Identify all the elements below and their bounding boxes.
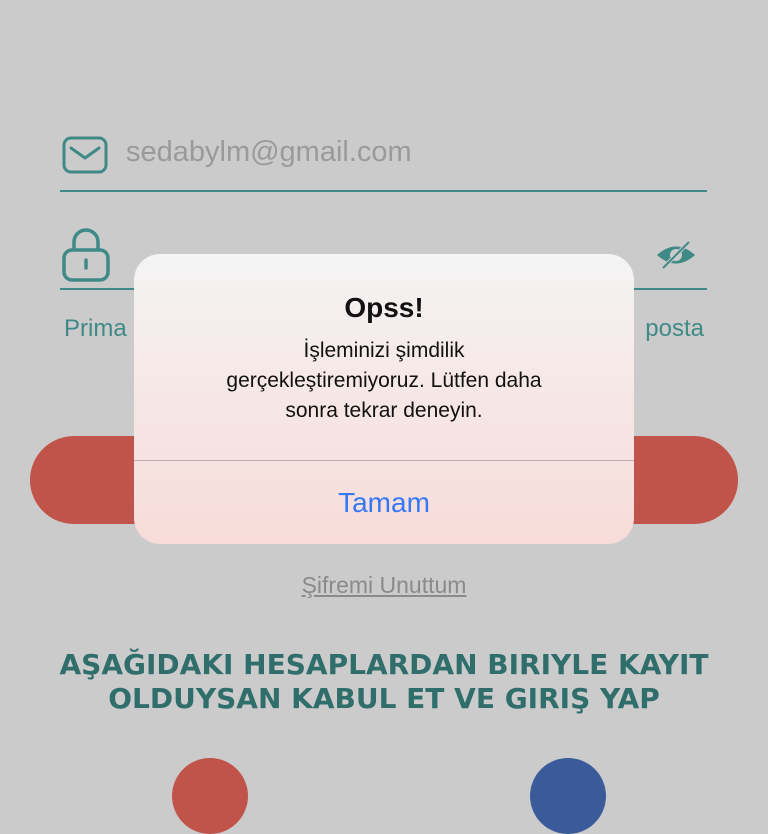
social-login-button-3[interactable] [530, 758, 606, 834]
alert-title: Opss! [344, 292, 424, 323]
alert-dialog: Opss! İşleminizi şimdilik gerçekleştirem… [134, 254, 634, 544]
social-login-button-2[interactable] [360, 758, 436, 834]
alert-message-line-3: sonra tekrar deneyin. [285, 399, 483, 422]
alert-ok-button[interactable]: Tamam [134, 461, 634, 544]
alert-message-line-1: İşleminizi şimdilik [303, 339, 465, 362]
social-login-button-1[interactable] [172, 758, 248, 834]
alert-message-line-2: gerçekleştiremiyoruz. Lütfen daha [226, 369, 542, 392]
alert-message: İşleminizi şimdilik gerçekleştiremiyoruz… [174, 336, 594, 426]
